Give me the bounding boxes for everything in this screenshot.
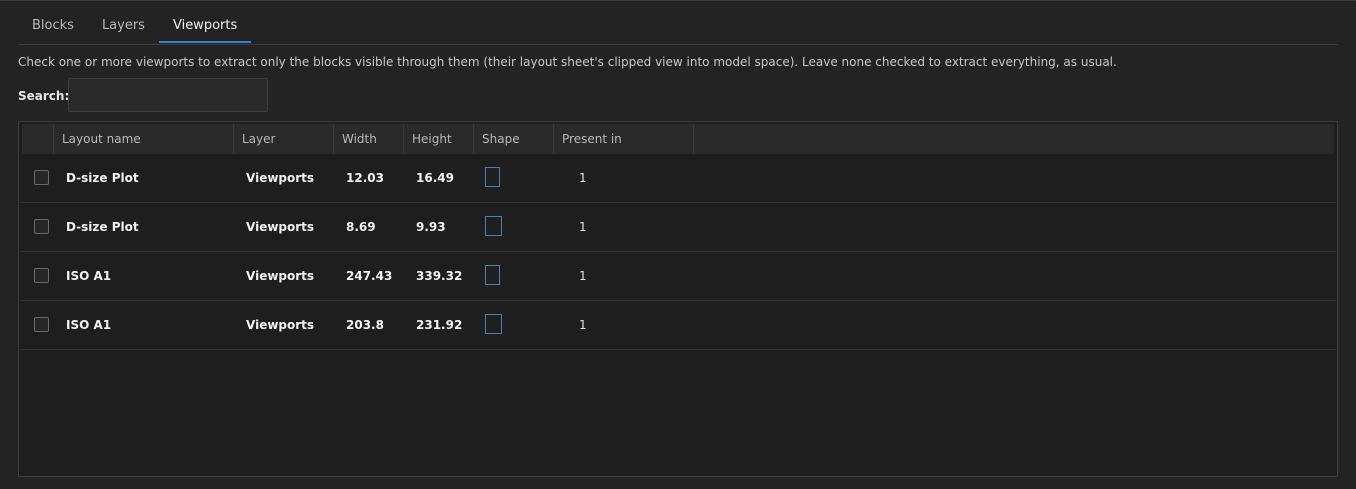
layer-cell: Viewports <box>246 220 315 234</box>
column-header-shape[interactable]: Shape <box>474 124 554 154</box>
search-label: Search: <box>18 89 70 103</box>
layout-name-cell: D-size Plot <box>66 171 139 185</box>
layout-name-cell: ISO A1 <box>66 318 112 332</box>
row-checkbox[interactable] <box>34 170 49 185</box>
tab-layers[interactable]: Layers <box>88 11 159 43</box>
height-cell: 339.32 <box>416 269 463 283</box>
row-checkbox[interactable] <box>34 219 49 234</box>
table-row[interactable]: ISO A1 Viewports 247.43 339.32 1 <box>20 252 1336 301</box>
height-cell: 9.93 <box>416 220 446 234</box>
height-cell: 16.49 <box>416 171 454 185</box>
table-row[interactable]: ISO A1 Viewports 203.8 231.92 1 <box>20 301 1336 350</box>
column-header-height[interactable]: Height <box>404 124 474 154</box>
present-in-cell: 1 <box>579 220 587 234</box>
layer-cell: Viewports <box>246 171 315 185</box>
layout-name-cell: ISO A1 <box>66 269 112 283</box>
viewports-table: Layout name Layer Width Height Shape Pre… <box>18 121 1338 477</box>
tab-bar: Blocks Layers Viewports <box>18 11 1338 45</box>
row-checkbox[interactable] <box>34 268 49 283</box>
row-checkbox[interactable] <box>34 317 49 332</box>
viewport-shape-icon <box>485 314 502 334</box>
column-header-filler <box>694 124 1334 154</box>
column-header-layer[interactable]: Layer <box>234 124 334 154</box>
table-row[interactable]: D-size Plot Viewports 8.69 9.93 1 <box>20 203 1336 252</box>
width-cell: 203.8 <box>346 318 384 332</box>
table-header: Layout name Layer Width Height Shape Pre… <box>22 124 1334 154</box>
viewport-extract-panel: Blocks Layers Viewports Check one or mor… <box>0 0 1356 489</box>
width-cell: 247.43 <box>346 269 393 283</box>
viewport-shape-icon <box>485 265 500 285</box>
column-header-select <box>22 124 54 154</box>
viewport-shape-icon <box>485 167 500 187</box>
width-cell: 12.03 <box>346 171 384 185</box>
present-in-cell: 1 <box>579 269 587 283</box>
tab-viewports[interactable]: Viewports <box>158 11 252 43</box>
column-header-present-in[interactable]: Present in <box>554 124 694 154</box>
width-cell: 8.69 <box>346 220 376 234</box>
height-cell: 231.92 <box>416 318 463 332</box>
search-input[interactable] <box>68 78 268 112</box>
viewport-shape-icon <box>485 216 502 236</box>
layer-cell: Viewports <box>246 269 315 283</box>
layout-name-cell: D-size Plot <box>66 220 139 234</box>
column-header-layout-name[interactable]: Layout name <box>54 124 234 154</box>
present-in-cell: 1 <box>579 171 587 185</box>
layer-cell: Viewports <box>246 318 315 332</box>
present-in-cell: 1 <box>579 318 587 332</box>
column-header-width[interactable]: Width <box>334 124 404 154</box>
tab-blocks[interactable]: Blocks <box>18 11 88 43</box>
instructions-text: Check one or more viewports to extract o… <box>18 55 1117 69</box>
table-row[interactable]: D-size Plot Viewports 12.03 16.49 1 <box>20 154 1336 203</box>
